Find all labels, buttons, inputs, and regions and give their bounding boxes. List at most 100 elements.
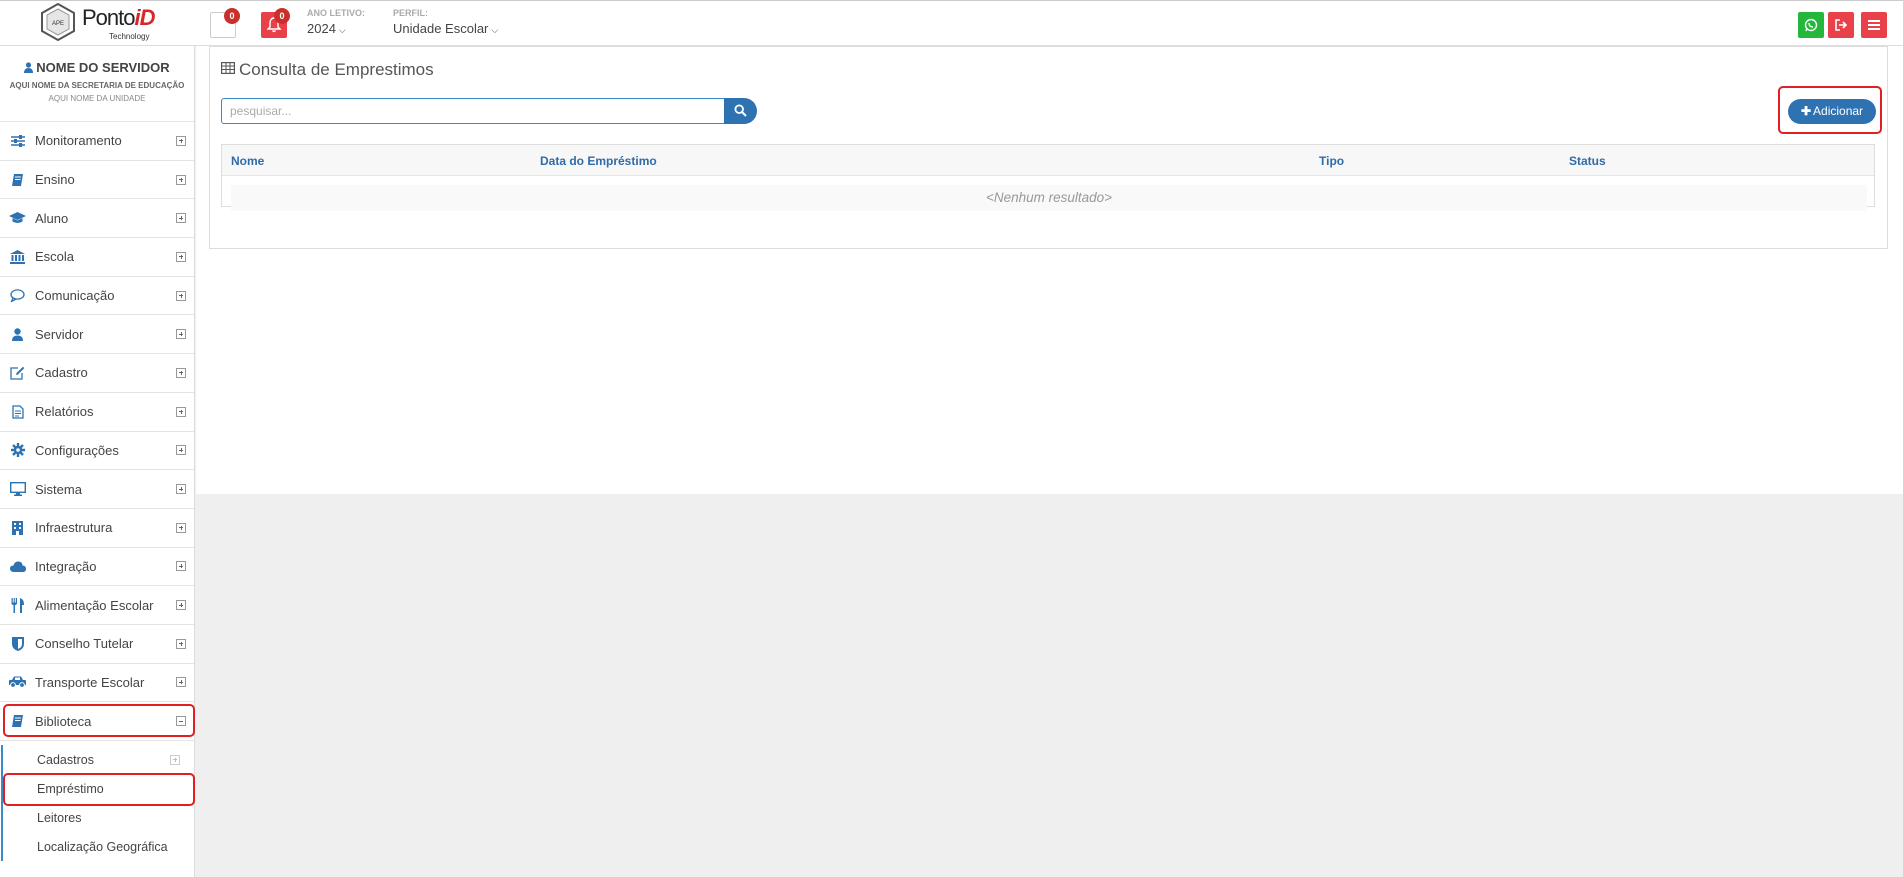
sidebar-item-conselho-tutelar[interactable]: Conselho Tutelar [0,625,194,664]
bank-icon [10,249,25,264]
gear-icon [10,443,25,458]
plus-icon: ✚ [1800,104,1812,118]
profile-label: PERFIL: [393,8,428,18]
sidebar-item-biblioteca[interactable]: Biblioteca [0,702,194,741]
chevron-down-icon: ⌵ [491,25,499,35]
column-header-data-emprestimo[interactable]: Data do Empréstimo [540,154,657,168]
expand-icon [176,174,186,185]
logout-button[interactable] [1828,12,1854,38]
top-bar: APE PontoiD Technology 0 0 ANO LETIVO: 2… [0,0,1903,46]
user-icon [12,328,23,341]
submenu-item-emprestimo[interactable]: Empréstimo [3,774,194,803]
user-unidade: AQUI NOME DA UNIDADE [48,94,146,103]
add-button-label: Adicionar [1813,104,1864,118]
sidebar-item-servidor[interactable]: Servidor [0,315,194,355]
sidebar-item-aluno[interactable]: Aluno [0,199,194,239]
sidebar-item-alimentacao-escolar[interactable]: Alimentação Escolar [0,586,194,625]
sidebar-item-monitoramento[interactable]: Monitoramento [0,122,194,161]
sidebar-item-label: Cadastro [35,365,88,381]
whatsapp-icon [1804,18,1818,32]
logo-hex-icon: APE [41,3,75,41]
expand-icon [176,135,186,146]
expand-icon [176,406,186,417]
sidebar-item-label: Configurações [35,442,119,458]
sidebar-item-cadastro[interactable]: Cadastro [0,354,194,393]
column-header-status[interactable]: Status [1569,154,1606,168]
expand-icon [176,561,186,572]
graduation-cap-icon [9,212,26,224]
sidebar-item-label: Monitoramento [35,133,122,149]
add-button[interactable]: ✚ Adicionar [1788,99,1876,124]
table-icon [221,62,235,74]
submenu-item-cadastros[interactable]: Cadastros [3,745,194,774]
search-input[interactable] [221,98,734,124]
car-icon [9,676,26,689]
empty-result-row: <Nenhum resultado> [231,185,1867,211]
sidebar-item-label: Comunicação [35,288,115,304]
logo-text: PontoiD [82,5,156,31]
chevron-down-icon: ⌵ [338,25,346,35]
sidebar-item-label: Transporte Escolar [35,674,145,690]
book-icon [12,715,23,728]
sidebar-item-label: Alimentação Escolar [35,597,154,613]
year-selector[interactable]: ANO LETIVO: 2024 ⌵ [307,8,365,36]
logout-icon [1835,19,1848,31]
user-icon [24,62,34,73]
edit-icon [10,366,25,380]
sidebar-item-relatorios[interactable]: Relatórios [0,393,194,432]
bell-badge: 0 [274,8,290,24]
sidebar-item-infraestrutura[interactable]: Infraestrutura [0,509,194,548]
logo-tagline: Technology [109,32,150,41]
sidebar-item-escola[interactable]: Escola [0,238,194,277]
sidebar-item-transporte-escolar[interactable]: Transporte Escolar [0,664,194,703]
sidebar-item-sistema[interactable]: Sistema [0,470,194,509]
menu-button[interactable] [1861,12,1887,38]
biblioteca-submenu: Cadastros Empréstimo Leitores Localizaçã… [1,745,194,861]
consulta-panel: Consulta de Emprestimos ✚Adicionar Nome … [209,46,1888,249]
sidebar-item-label: Servidor [35,326,84,342]
sidebar-item-label: Ensino [35,172,75,188]
expand-icon [176,367,186,378]
whatsapp-button[interactable] [1798,12,1824,38]
expand-icon [176,329,186,340]
sidebar-item-integracao[interactable]: Integração [0,548,194,587]
search-icon [734,104,747,117]
profile-value: Unidade Escolar [393,21,489,36]
book-icon [12,173,23,186]
page-title-text: Consulta de Emprestimos [239,60,434,79]
expand-icon [176,677,186,688]
logo[interactable]: APE PontoiD Technology [36,1,158,45]
cloud-icon [9,561,26,572]
submenu-item-localizacao-geografica[interactable]: Localização Geográfica [3,832,194,861]
profile-selector[interactable]: PERFIL: Unidade Escolar ⌵ [393,8,498,36]
submenu-item-leitores[interactable]: Leitores [3,803,194,832]
desktop-icon [9,482,26,497]
building-icon [12,520,23,535]
sidebar-item-configuracoes[interactable]: Configurações [0,432,194,471]
sidebar-item-label: Integração [35,558,97,574]
file-icon [11,405,24,419]
sidebar-item-label: Infraestrutura [35,520,113,536]
sidebar-item-label: Sistema [35,481,82,497]
submenu-item-label: Localização Geográfica [37,839,168,854]
year-value: 2024 [307,21,336,36]
logo-brand-left: Ponto [82,5,135,30]
sidebar-item-comunicacao[interactable]: Comunicação [0,277,194,316]
sidebar-item-label: Escola [35,249,75,265]
collapse-icon [176,716,186,727]
expand-icon [176,445,186,456]
expand-icon [176,522,186,533]
expand-icon [176,638,186,649]
square-badge: 0 [224,8,240,24]
submenu-item-label: Cadastros [37,752,94,767]
search-button[interactable] [724,98,757,124]
sidebar-item-label: Aluno [35,210,69,226]
sidebar-item-label: Relatórios [35,404,94,420]
table-header: Nome Data do Empréstimo Tipo Status [222,145,1874,176]
expand-icon [176,600,186,611]
sidebar-item-label: Conselho Tutelar [35,636,134,652]
column-header-tipo[interactable]: Tipo [1319,154,1344,168]
sidebar-item-ensino[interactable]: Ensino [0,161,194,200]
expand-icon [176,251,186,262]
column-header-nome[interactable]: Nome [231,154,264,168]
